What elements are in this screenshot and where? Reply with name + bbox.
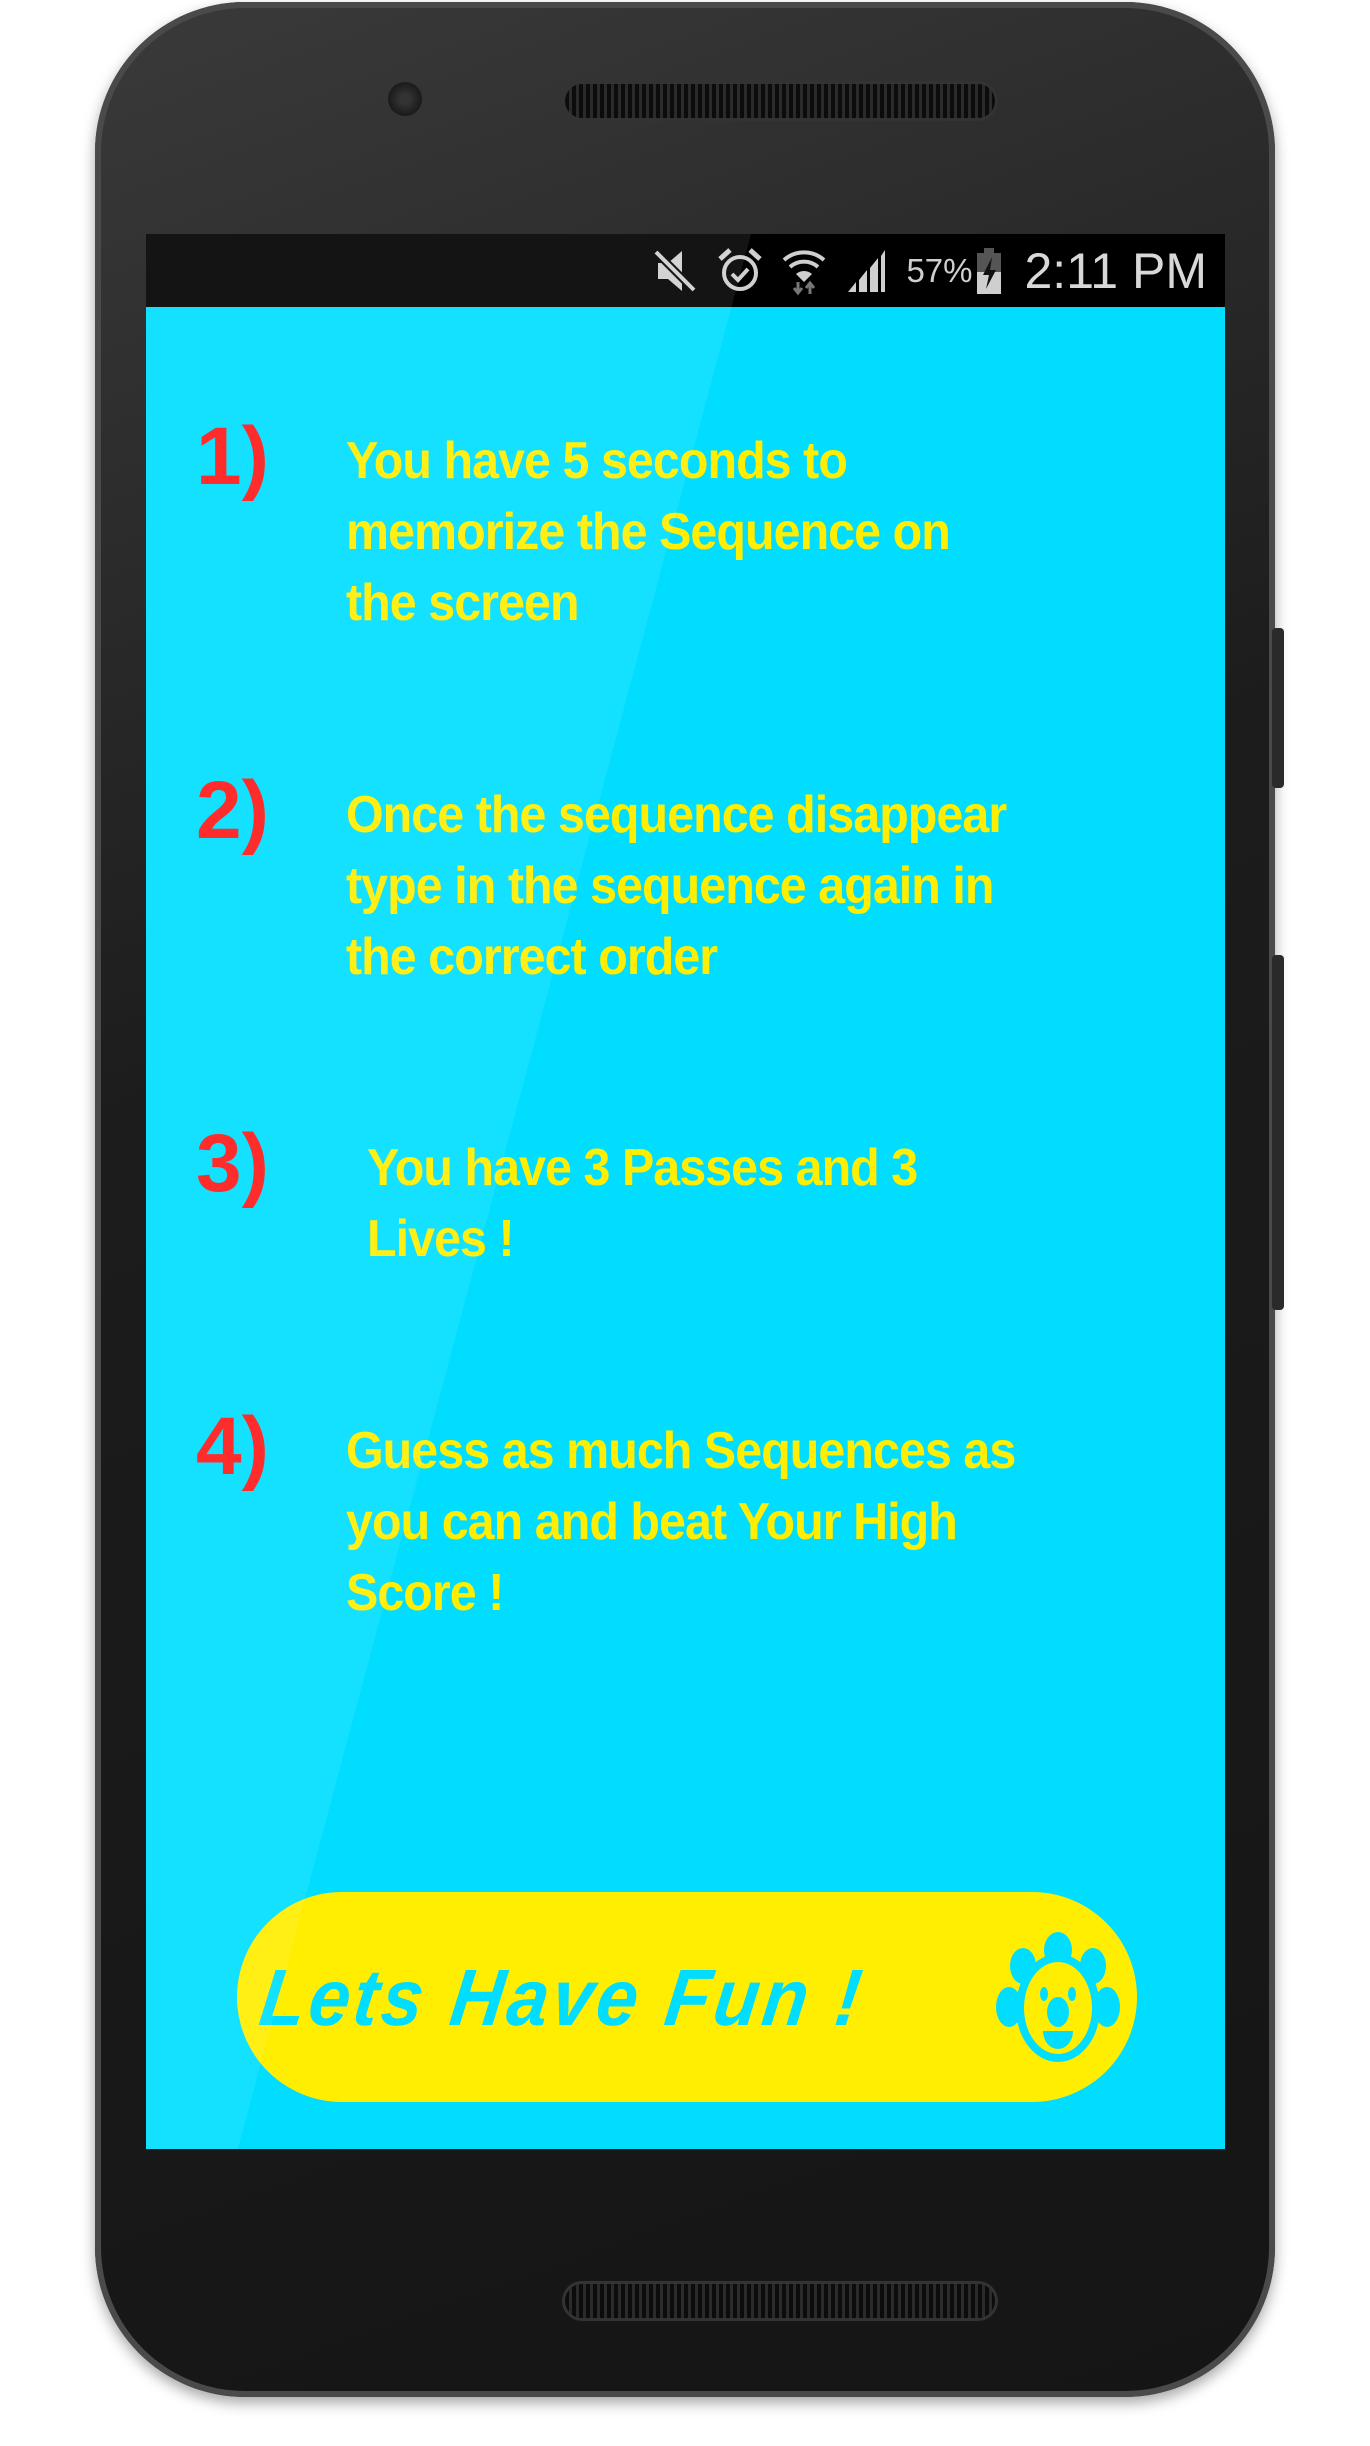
screen: 57% 2:11 PM 1) You have 5 seconds to mem… (146, 234, 1225, 2149)
battery-percent: 57% (906, 251, 973, 289)
battery-charging-icon (976, 247, 1001, 294)
step-number: 3) (196, 1118, 269, 1209)
power-button (1272, 628, 1284, 788)
clown-flower-icon (996, 1932, 1120, 2062)
step-text: You have 5 seconds to memorize the Seque… (346, 432, 951, 632)
button-label: Lets Have Fun ! (255, 1953, 871, 2042)
wifi-icon (783, 249, 826, 295)
lets-have-fun-button[interactable]: Lets Have Fun ! (237, 1892, 1137, 2102)
top-speaker (565, 84, 995, 118)
step-number: 2) (196, 765, 269, 856)
status-bar: 57% 2:11 PM (146, 234, 1225, 307)
clock: 2:11 PM (1024, 242, 1208, 299)
volume-button (1272, 955, 1284, 1310)
mute-icon (653, 248, 698, 293)
step-text: You have 3 Passes and 3 Lives ! (367, 1139, 918, 1268)
alarm-icon (718, 247, 763, 291)
bottom-speaker (565, 2284, 995, 2318)
front-camera (388, 82, 422, 116)
step-text: Guess as much Sequences as you can and b… (346, 1422, 1016, 1622)
step-number: 1) (196, 411, 269, 502)
step-number: 4) (196, 1401, 269, 1492)
step-text: Once the sequence disappear type in the … (346, 786, 1007, 986)
signal-icon (848, 249, 886, 292)
